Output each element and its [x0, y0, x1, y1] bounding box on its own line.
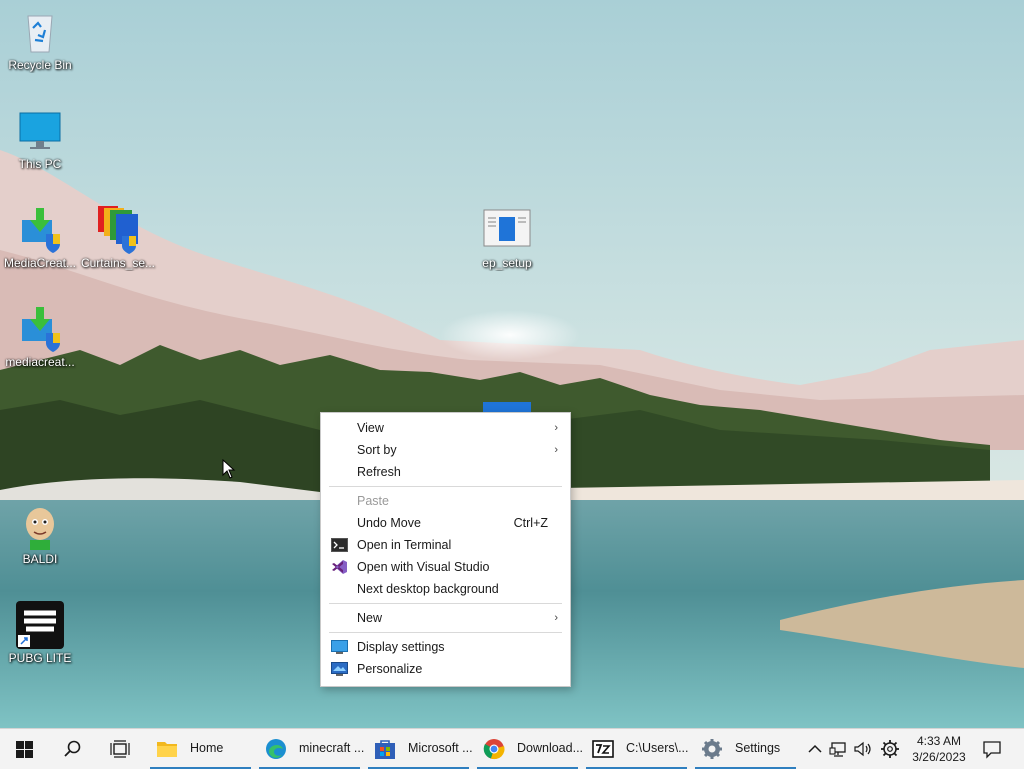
menu-item-label: Open in Terminal: [357, 538, 452, 552]
desktop-context-menu: View › Sort by › Refresh Paste Undo Move…: [320, 412, 571, 687]
menu-item-label: Undo Move: [357, 516, 421, 530]
volume-icon[interactable]: [853, 739, 873, 759]
menu-separator: [329, 632, 562, 633]
recycle-bin-icon: [16, 8, 64, 56]
menu-item-label: Display settings: [357, 640, 445, 654]
desktop[interactable]: Recycle Bin This PC MediaCreat... Curtai…: [0, 0, 1024, 728]
menu-item-label: New: [357, 611, 383, 625]
pubg-lite-icon: [16, 601, 64, 649]
desktop-icon-mediacreationtool-2[interactable]: mediacreat...: [0, 305, 80, 370]
menu-separator: [329, 603, 562, 604]
chevron-right-icon: ›: [554, 444, 558, 456]
taskbar-app-label: C:\Users\...: [626, 741, 689, 755]
taskbar-app-chrome[interactable]: Download...: [477, 729, 583, 769]
task-view-icon: [110, 740, 130, 758]
taskbar-app-settings[interactable]: Settings: [695, 729, 796, 769]
media-creation-tool-icon: [16, 206, 64, 254]
taskbar: Home minecraft ... Microsoft ... Downloa…: [0, 728, 1024, 769]
menu-item-label: Paste: [357, 494, 389, 508]
menu-item-new[interactable]: New ›: [321, 607, 570, 629]
desktop-icon-this-pc[interactable]: This PC: [0, 107, 80, 172]
clock-time: 4:33 AM: [916, 734, 962, 748]
taskbar-app-microsoft-store[interactable]: Microsoft ...: [368, 729, 473, 769]
mouse-cursor-icon: [222, 459, 236, 479]
this-pc-icon: [16, 107, 64, 155]
personalize-icon: [331, 662, 348, 676]
menu-item-label: View: [357, 421, 384, 435]
menu-item-sort-by[interactable]: Sort by ›: [321, 439, 570, 461]
drag-ghost-icon: [483, 402, 531, 412]
network-icon[interactable]: [829, 739, 849, 759]
taskbar-app-label: Settings: [735, 741, 781, 755]
menu-item-paste: Paste: [321, 490, 570, 512]
baldi-icon: [16, 502, 64, 550]
menu-item-display-settings[interactable]: Display settings: [321, 636, 570, 658]
taskbar-app-label: Home: [190, 741, 224, 755]
visual-studio-icon: [332, 560, 347, 574]
menu-separator: [329, 486, 562, 487]
desktop-icon-label: mediacreat...: [5, 355, 75, 369]
chrome-icon: [483, 739, 505, 760]
menu-item-label: Personalize: [357, 662, 423, 676]
clock[interactable]: 4:33 AM 3/26/2023: [906, 733, 972, 765]
clock-date: 3/26/2023: [912, 750, 966, 764]
taskbar-app-file-explorer[interactable]: Home: [150, 729, 251, 769]
gear-icon[interactable]: [880, 739, 900, 759]
display-settings-icon: [331, 640, 348, 654]
start-button[interactable]: [4, 729, 44, 769]
file-explorer-icon: [157, 742, 177, 757]
curtains-setup-icon: [94, 206, 142, 254]
edge-icon: [266, 739, 286, 759]
taskbar-app-label: minecraft ...: [299, 741, 365, 755]
microsoft-store-icon: [375, 740, 395, 759]
chevron-up-icon[interactable]: [805, 739, 825, 759]
shortcut-label: Ctrl+Z: [513, 516, 548, 530]
task-view-button[interactable]: [100, 729, 140, 769]
desktop-icon-label: MediaCreat...: [3, 256, 77, 270]
desktop-icon-label: PUBG LITE: [8, 651, 72, 665]
media-creation-tool-icon: [16, 305, 64, 353]
desktop-icon-ep-setup[interactable]: ep_setup: [467, 206, 547, 271]
taskbar-app-7zip[interactable]: C:\Users\...: [586, 729, 689, 769]
menu-item-next-background[interactable]: Next desktop background: [321, 578, 570, 600]
menu-item-undo-move[interactable]: Undo Move Ctrl+Z: [321, 512, 570, 534]
notification-icon[interactable]: [982, 739, 1002, 759]
desktop-icon-label: Recycle Bin: [8, 58, 72, 72]
7zip-icon: [592, 740, 614, 758]
menu-item-label: Next desktop background: [357, 582, 499, 596]
desktop-icon-recycle-bin[interactable]: Recycle Bin: [0, 8, 80, 73]
menu-item-label: Open with Visual Studio: [357, 560, 490, 574]
chevron-right-icon: ›: [554, 422, 558, 434]
search-button[interactable]: [52, 729, 92, 769]
menu-item-refresh[interactable]: Refresh: [321, 461, 570, 483]
desktop-icon-label: ep_setup: [482, 256, 532, 270]
desktop-icon-mediacreationtool[interactable]: MediaCreat...: [0, 206, 80, 271]
menu-item-open-terminal[interactable]: Open in Terminal: [321, 534, 570, 556]
terminal-icon: [331, 538, 348, 552]
chevron-right-icon: ›: [554, 612, 558, 624]
taskbar-app-label: Microsoft ...: [408, 741, 473, 755]
settings-icon: [702, 739, 722, 759]
desktop-icon-curtains-setup[interactable]: Curtains_se...: [78, 206, 158, 271]
menu-item-personalize[interactable]: Personalize: [321, 658, 570, 680]
menu-item-label: Sort by: [357, 443, 397, 457]
menu-item-label: Refresh: [357, 465, 401, 479]
ep-setup-icon: [483, 206, 531, 254]
desktop-icon-pubg-lite[interactable]: PUBG LITE: [0, 601, 80, 666]
taskbar-app-label: Download...: [517, 741, 584, 755]
menu-item-view[interactable]: View ›: [321, 417, 570, 439]
desktop-icon-baldi[interactable]: BALDI: [0, 502, 80, 567]
desktop-icon-label: Curtains_se...: [80, 256, 156, 270]
windows-logo-icon: [16, 741, 33, 758]
desktop-icon-label: BALDI: [22, 552, 58, 566]
menu-item-open-visual-studio[interactable]: Open with Visual Studio: [321, 556, 570, 578]
search-icon: [64, 740, 81, 757]
taskbar-app-edge[interactable]: minecraft ...: [259, 729, 364, 769]
desktop-icon-label: This PC: [18, 157, 62, 171]
